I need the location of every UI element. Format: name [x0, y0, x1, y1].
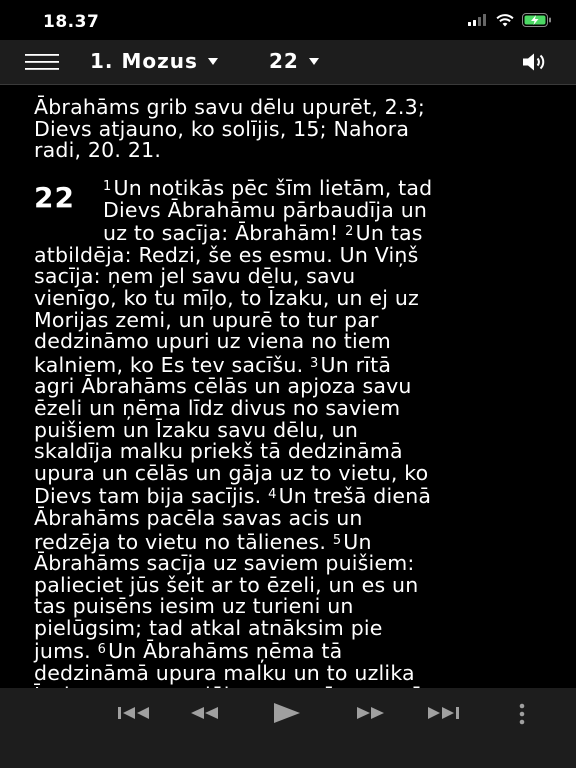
verse-line: sacīja: ņem jel savu dēlu, savu	[34, 266, 544, 288]
verse-line: Dievs tam bija sacījis. 4Un trešā dienā	[34, 484, 544, 508]
verse-text: Dievs tam bija sacījis.	[34, 484, 269, 509]
summary-line: radi, 20. 21.	[34, 138, 162, 163]
verse-text: Un rītā	[320, 352, 392, 377]
verse-line: dedzināmā upura malku un to uzlika	[34, 661, 544, 686]
verse-line: agri Ābrahāms cēlās un apjoza savu	[34, 376, 544, 398]
verse-text: Morijas zemi, un upurē to tur par	[34, 307, 379, 332]
playback-bar	[0, 688, 576, 768]
verse-line: atbildēja: Redzi, še es esmu. Un Viņš	[34, 242, 544, 267]
chapter-selector[interactable]: 22	[269, 49, 319, 73]
fast-forward-icon[interactable]	[353, 702, 387, 724]
verse-line: palieciet jūs šeit ar to ēzeli, un es un	[34, 572, 544, 597]
verse-text: Un	[343, 529, 372, 554]
verse-line: skaldīja malku priekš tā dedzināmā	[34, 439, 544, 464]
verse-text: jums.	[34, 639, 98, 664]
verse-text: vienīgo, ko tu mīļo, to Īzaku, un ej uz	[34, 285, 420, 310]
summary-line: Ābrahāms grib savu dēlu upurēt, 2.3;	[34, 95, 425, 119]
app-header: 1. Mozus 22	[0, 40, 576, 85]
status-icons	[468, 13, 552, 27]
verse-text: Dievs Ābrahāmu pārbaudīja un	[103, 197, 428, 222]
verse-number: 1	[103, 179, 112, 194]
book-name: 1. Mozus	[90, 49, 198, 73]
verse-text: Ābrahāms sacīja uz saviem puišiem:	[34, 551, 415, 576]
book-dropdown-caret-icon	[207, 57, 218, 65]
verse-text: dedzināmo upuri uz viena no tiem	[34, 329, 391, 354]
chapter-dropdown-caret-icon	[308, 57, 319, 65]
verse-text: puišiem un Īzaku savu dēlu, un	[34, 417, 359, 442]
skip-forward-icon[interactable]	[424, 702, 460, 724]
chapter-content[interactable]: Ābrahāms grib savu dēlu upurēt, 2.3; Die…	[0, 85, 576, 688]
verse-line: puišiem un Īzaku savu dēlu, un	[34, 417, 544, 442]
battery-charging-icon	[522, 13, 551, 27]
verse-line: uz to sacīja: Ābrahām! 2Un tas	[34, 221, 544, 245]
verse-text: Un notikās pēc šīm lietām, tad	[113, 176, 433, 200]
verse-line: Ābrahāms pacēla savas acis un	[34, 505, 544, 530]
verse-line: Dievs Ābrahāmu pārbaudīja un	[34, 197, 544, 222]
verse-text: Un trešā dienā	[278, 484, 432, 509]
verse-line: dedzināmo upuri uz viena no tiem	[34, 329, 544, 354]
verse-number: 3	[310, 355, 319, 371]
verse-number: 2	[345, 224, 354, 240]
summary-line: Dievs atjauno, ko solījis, 15; Nahora	[34, 116, 410, 141]
more-options-icon[interactable]	[517, 703, 527, 725]
verse-line: tas puisēns iesim uz turieni un	[34, 594, 544, 619]
wifi-icon	[496, 13, 514, 26]
verses: 1Un notikās pēc šīm lietām, tad Dievs Ābr…	[34, 176, 544, 688]
verse-text: palieciet jūs šeit ar to ēzeli, un es un	[34, 572, 419, 597]
verse-line: kalniem, ko Es tev sacīšu. 3Un rītā	[34, 353, 544, 377]
verse-text: skaldīja malku priekš tā dedzināmā	[34, 439, 403, 464]
verse-line: 1Un notikās pēc šīm lietām, tad	[34, 176, 544, 200]
status-time: 18.37	[43, 12, 100, 32]
verse-line: Morijas zemi, un upurē to tur par	[34, 307, 544, 332]
rewind-icon[interactable]	[188, 702, 222, 724]
verse-text: atbildēja: Redzi, še es esmu. Un Viņš	[34, 242, 419, 267]
verse-text: dedzināmā upura malku un to uzlika	[34, 661, 415, 686]
play-icon[interactable]	[272, 702, 302, 724]
book-selector[interactable]: 1. Mozus	[90, 49, 218, 73]
verse-text: redzēja to vietu no tālienes.	[34, 529, 333, 554]
verse-text: sacīja: ņem jel savu dēlu, savu	[34, 264, 356, 289]
verse-number: 6	[97, 642, 107, 658]
verse-text: agri Ābrahāms cēlās un apjoza savu	[34, 374, 412, 399]
verse-text: Un tas	[355, 221, 423, 246]
verse-line: ēzeli un ņēma līdz divus no saviem	[34, 395, 544, 420]
verse-text: ēzeli un ņēma līdz divus no saviem	[34, 395, 401, 420]
verse-text: upura un cēlās un gāja uz to vietu, ko	[34, 460, 429, 485]
verse-text: Ābrahāms pacēla savas acis un	[34, 505, 363, 530]
cellular-signal-icon	[468, 14, 486, 26]
skip-back-icon[interactable]	[117, 702, 153, 724]
verse-line: Ābrahāms sacīja uz saviem puišiem:	[34, 551, 544, 576]
verse-line: pielūgsim; tad atkal atnāksim pie	[34, 615, 544, 640]
verse-line: redzēja to vietu no tālienes. 5Un	[34, 530, 544, 554]
verse-line: jums. 6Un Ābrahāms ņēma tā	[34, 639, 544, 663]
hamburger-menu-icon[interactable]	[25, 54, 59, 70]
verse-text: kalniem, ko Es tev sacīšu.	[34, 352, 311, 377]
verse-line: vienīgo, ko tu mīļo, to Īzaku, un ej uz	[34, 285, 544, 310]
verse-line: upura un cēlās un gāja uz to vietu, ko	[34, 460, 544, 485]
verse-number: 5	[332, 532, 342, 548]
verse-number: 4	[268, 487, 277, 503]
chapter-name: 22	[269, 49, 299, 73]
speaker-icon[interactable]	[522, 52, 548, 72]
verse-text: Un Ābrahāms ņēma tā	[108, 639, 343, 664]
verse-text: uz to sacīja: Ābrahām!	[103, 221, 346, 246]
verse-text: tas puisēns iesim uz turieni un	[34, 594, 354, 619]
verse-text: pielūgsim; tad atkal atnāksim pie	[34, 615, 383, 640]
chapter-summary: Ābrahāms grib savu dēlu upurēt, 2.3; Die…	[34, 95, 544, 163]
status-bar: 18.37	[0, 0, 576, 40]
